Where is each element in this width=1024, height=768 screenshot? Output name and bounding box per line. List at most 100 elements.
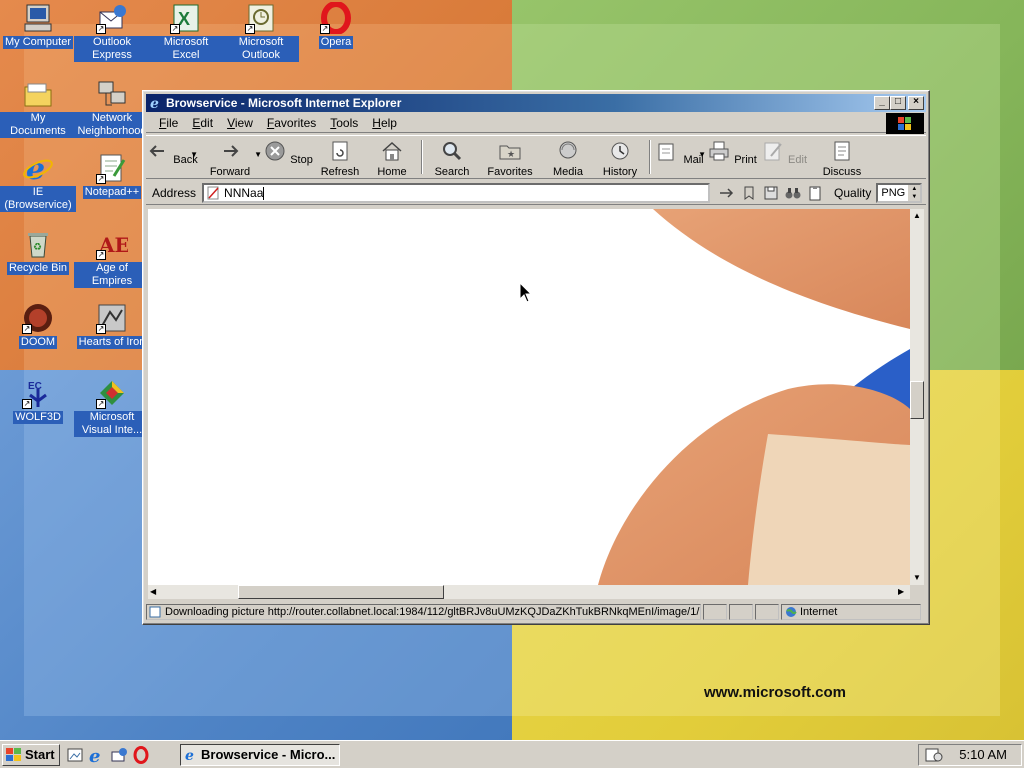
desktop-icon-label: Notepad++ [82, 186, 142, 199]
desktop-icon-network-neighborhood[interactable]: Network Neighborhood [74, 78, 150, 138]
desktop-icon-ie[interactable]: e IE (Browservice) [0, 152, 76, 212]
wolf3d-icon: EC ↗ [22, 377, 54, 409]
clipboard-icon[interactable] [806, 184, 824, 202]
status-text-panel: Downloading picture http://router.collab… [146, 604, 701, 620]
address-input[interactable]: NNNaa [202, 182, 711, 203]
discuss-button[interactable]: Discuss [810, 136, 874, 178]
quality-select[interactable]: PNG ▲ ▼ [876, 182, 923, 203]
show-desktop-icon[interactable] [66, 746, 84, 764]
internet-explorer-icon: e [22, 152, 54, 187]
stop-icon [265, 141, 285, 161]
outlook-express-icon[interactable] [110, 746, 128, 764]
home-icon [382, 141, 402, 161]
menu-label: ile [166, 115, 179, 130]
search-button[interactable]: Search [426, 136, 478, 178]
page-icon [207, 186, 219, 199]
address-tools [716, 184, 826, 202]
desktop-icon-age-of-empires[interactable]: AE ↗ Age of Empires [74, 228, 150, 288]
shortcut-arrow-icon: ↗ [245, 24, 255, 34]
scroll-down-icon[interactable]: ▼ [913, 573, 921, 582]
vertical-scrollbar[interactable]: ▲ ▼ [910, 209, 924, 585]
dropdown-arrow-icon[interactable]: ▼ [190, 150, 198, 159]
menu-tools[interactable]: Tools [323, 116, 365, 130]
dropdown-arrow-icon[interactable]: ▼ [698, 150, 706, 159]
history-button[interactable]: History [594, 136, 646, 178]
refresh-button[interactable]: Refresh [314, 136, 366, 178]
standard-toolbar: Back ▼ Forward ▼ Stop Refresh Home Searc… [146, 135, 926, 179]
menu-label: dit [200, 115, 214, 130]
media-button[interactable]: Media [542, 136, 594, 178]
save-icon[interactable] [762, 184, 780, 202]
home-button[interactable]: Home [366, 136, 418, 178]
window-controls: _ □ × [874, 96, 924, 110]
mail-button[interactable]: Mail ▼ [654, 136, 706, 178]
desktop-icon-visual-interdev[interactable]: ↗ Microsoft Visual Inte... [74, 377, 150, 437]
window-titlebar[interactable]: e Browservice - Microsoft Internet Explo… [146, 94, 926, 112]
quality-value: PNG [881, 186, 906, 199]
desktop-icon-my-computer[interactable]: My Computer [0, 2, 76, 49]
scroll-up-icon[interactable]: ▲ [913, 211, 921, 220]
desktop-icon-label: Hearts of Iron [76, 336, 148, 349]
page-content-viewport[interactable] [148, 209, 910, 585]
print-button[interactable]: Print [706, 136, 758, 178]
windows-flag-icon [898, 117, 911, 130]
svg-text:★: ★ [507, 149, 515, 159]
opera-icon: ↗ [320, 1, 352, 35]
back-button[interactable]: Back ▼ [146, 136, 198, 178]
desktop-icon-label: Microsoft Outlook [223, 36, 299, 62]
desktop-icon-opera[interactable]: ↗ Opera [298, 1, 374, 49]
go-arrow-icon[interactable] [718, 184, 736, 202]
menu-file[interactable]: File [152, 116, 185, 130]
maximize-button[interactable]: □ [890, 96, 906, 110]
desktop-icon-my-documents[interactable]: My Documents [0, 78, 76, 138]
horizontal-scroll-thumb[interactable] [238, 585, 444, 599]
toolbar-label: History [602, 166, 638, 178]
toolbar-label: Favorites [487, 166, 533, 178]
menu-favorites[interactable]: Favorites [260, 116, 323, 130]
taskbar-window-label: Browservice - Micro... [201, 747, 336, 762]
desktop-icon-excel[interactable]: X ↗ Microsoft Excel [148, 2, 224, 62]
menu-edit[interactable]: Edit [185, 116, 220, 130]
shortcut-arrow-icon: ↗ [96, 24, 106, 34]
taskbar-window-button[interactable]: e Browservice - Micro... [180, 744, 340, 766]
desktop-icon-notepad-plus-plus[interactable]: ↗ Notepad++ [74, 152, 150, 199]
desktop-icon-hearts-of-iron[interactable]: ↗ Hearts of Iron [74, 302, 150, 349]
clock[interactable]: 5:10 AM [959, 745, 1007, 765]
vertical-scroll-thumb[interactable] [910, 381, 924, 419]
menu-view[interactable]: View [220, 116, 260, 130]
history-icon [611, 142, 629, 160]
doom-icon: ↗ [22, 302, 54, 334]
toolbar-label: Refresh [320, 166, 360, 178]
scroll-right-icon[interactable]: ▶ [898, 587, 904, 596]
favorites-button[interactable]: ★ Favorites [478, 136, 542, 178]
desktop-icon-outlook[interactable]: ↗ Microsoft Outlook [223, 2, 299, 62]
close-button[interactable]: × [908, 96, 924, 110]
opera-icon[interactable] [132, 746, 150, 764]
edit-button[interactable]: Edit [758, 136, 810, 178]
svg-text:♻: ♻ [33, 242, 42, 253]
internet-explorer-icon[interactable]: e [88, 746, 106, 764]
bookmark-icon[interactable] [740, 184, 758, 202]
desktop-icon-recycle-bin[interactable]: ♻ Recycle Bin [0, 228, 76, 275]
stop-button[interactable]: Stop [262, 136, 314, 178]
spin-arrows-icon[interactable]: ▲ ▼ [908, 184, 921, 201]
start-button[interactable]: Start [2, 744, 60, 766]
shortcut-arrow-icon: ↗ [96, 399, 106, 409]
minimize-button[interactable]: _ [874, 96, 890, 110]
rendered-page-image [598, 209, 910, 585]
desktop-icon-wolf3d[interactable]: EC ↗ WOLF3D [0, 377, 76, 424]
throbber [886, 113, 924, 134]
desktop-icon-label: Recycle Bin [6, 262, 70, 275]
dropdown-arrow-icon[interactable]: ▼ [254, 150, 262, 159]
horizontal-scrollbar[interactable]: ◀ ▶ [148, 585, 910, 599]
find-binoculars-icon[interactable] [784, 184, 802, 202]
outlook-icon: ↗ [245, 2, 277, 34]
discuss-icon [834, 141, 850, 161]
forward-button[interactable]: Forward ▼ [198, 136, 262, 178]
scheduler-icon[interactable] [925, 747, 943, 763]
desktop-icon-outlook-express[interactable]: ↗ Outlook Express [74, 2, 150, 62]
desktop-icon-doom[interactable]: ↗ DOOM [0, 302, 76, 349]
menu-help[interactable]: Help [365, 116, 404, 130]
scroll-left-icon[interactable]: ◀ [150, 587, 156, 596]
desktop-icon-label: Microsoft Visual Inte... [74, 411, 150, 437]
